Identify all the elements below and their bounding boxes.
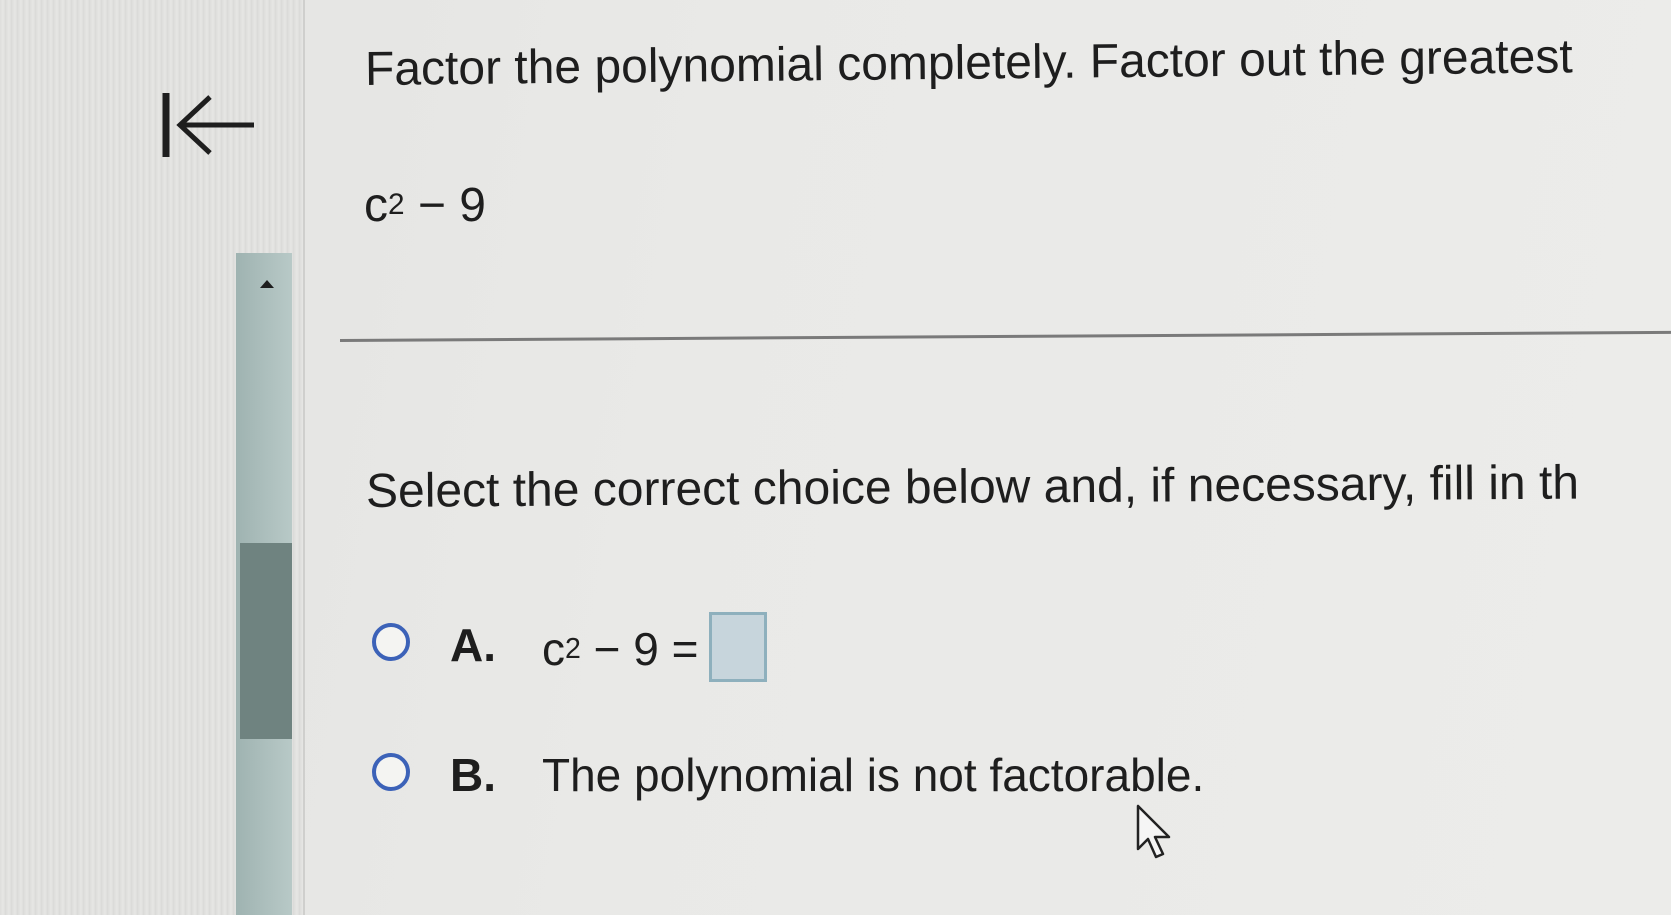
scroll-up-arrow-icon[interactable] (260, 280, 274, 288)
instruction-text: Select the correct choice below and, if … (365, 456, 1580, 518)
radio-button-b[interactable] (372, 753, 410, 791)
back-to-start-icon[interactable] (160, 85, 260, 165)
mouse-pointer-icon (1136, 804, 1171, 859)
question-title: Factor the polynomial completely. Factor… (364, 30, 1573, 96)
answer-input-box[interactable] (708, 612, 767, 682)
choice-a-expression: c2 − 9 = (542, 612, 767, 688)
polynomial-exponent: 2 (388, 187, 405, 221)
choice-b-letter: B. (450, 749, 496, 801)
polynomial-rest: − 9 (404, 179, 486, 232)
polynomial-expression: c2 − 9 (364, 178, 486, 233)
section-divider (339, 330, 1671, 342)
polynomial-base: c (364, 179, 388, 232)
choice-b-text: The polynomial is not factorable. (542, 749, 1205, 801)
choice-a-letter: A. (450, 619, 496, 671)
choice-a-base: c (542, 623, 565, 676)
scrollbar-thumb[interactable] (240, 543, 292, 739)
radio-button-a[interactable] (372, 623, 410, 661)
choice-a-rest: − 9 = (580, 623, 699, 676)
choice-a-exponent: 2 (565, 633, 581, 666)
rail-divider (303, 0, 305, 915)
